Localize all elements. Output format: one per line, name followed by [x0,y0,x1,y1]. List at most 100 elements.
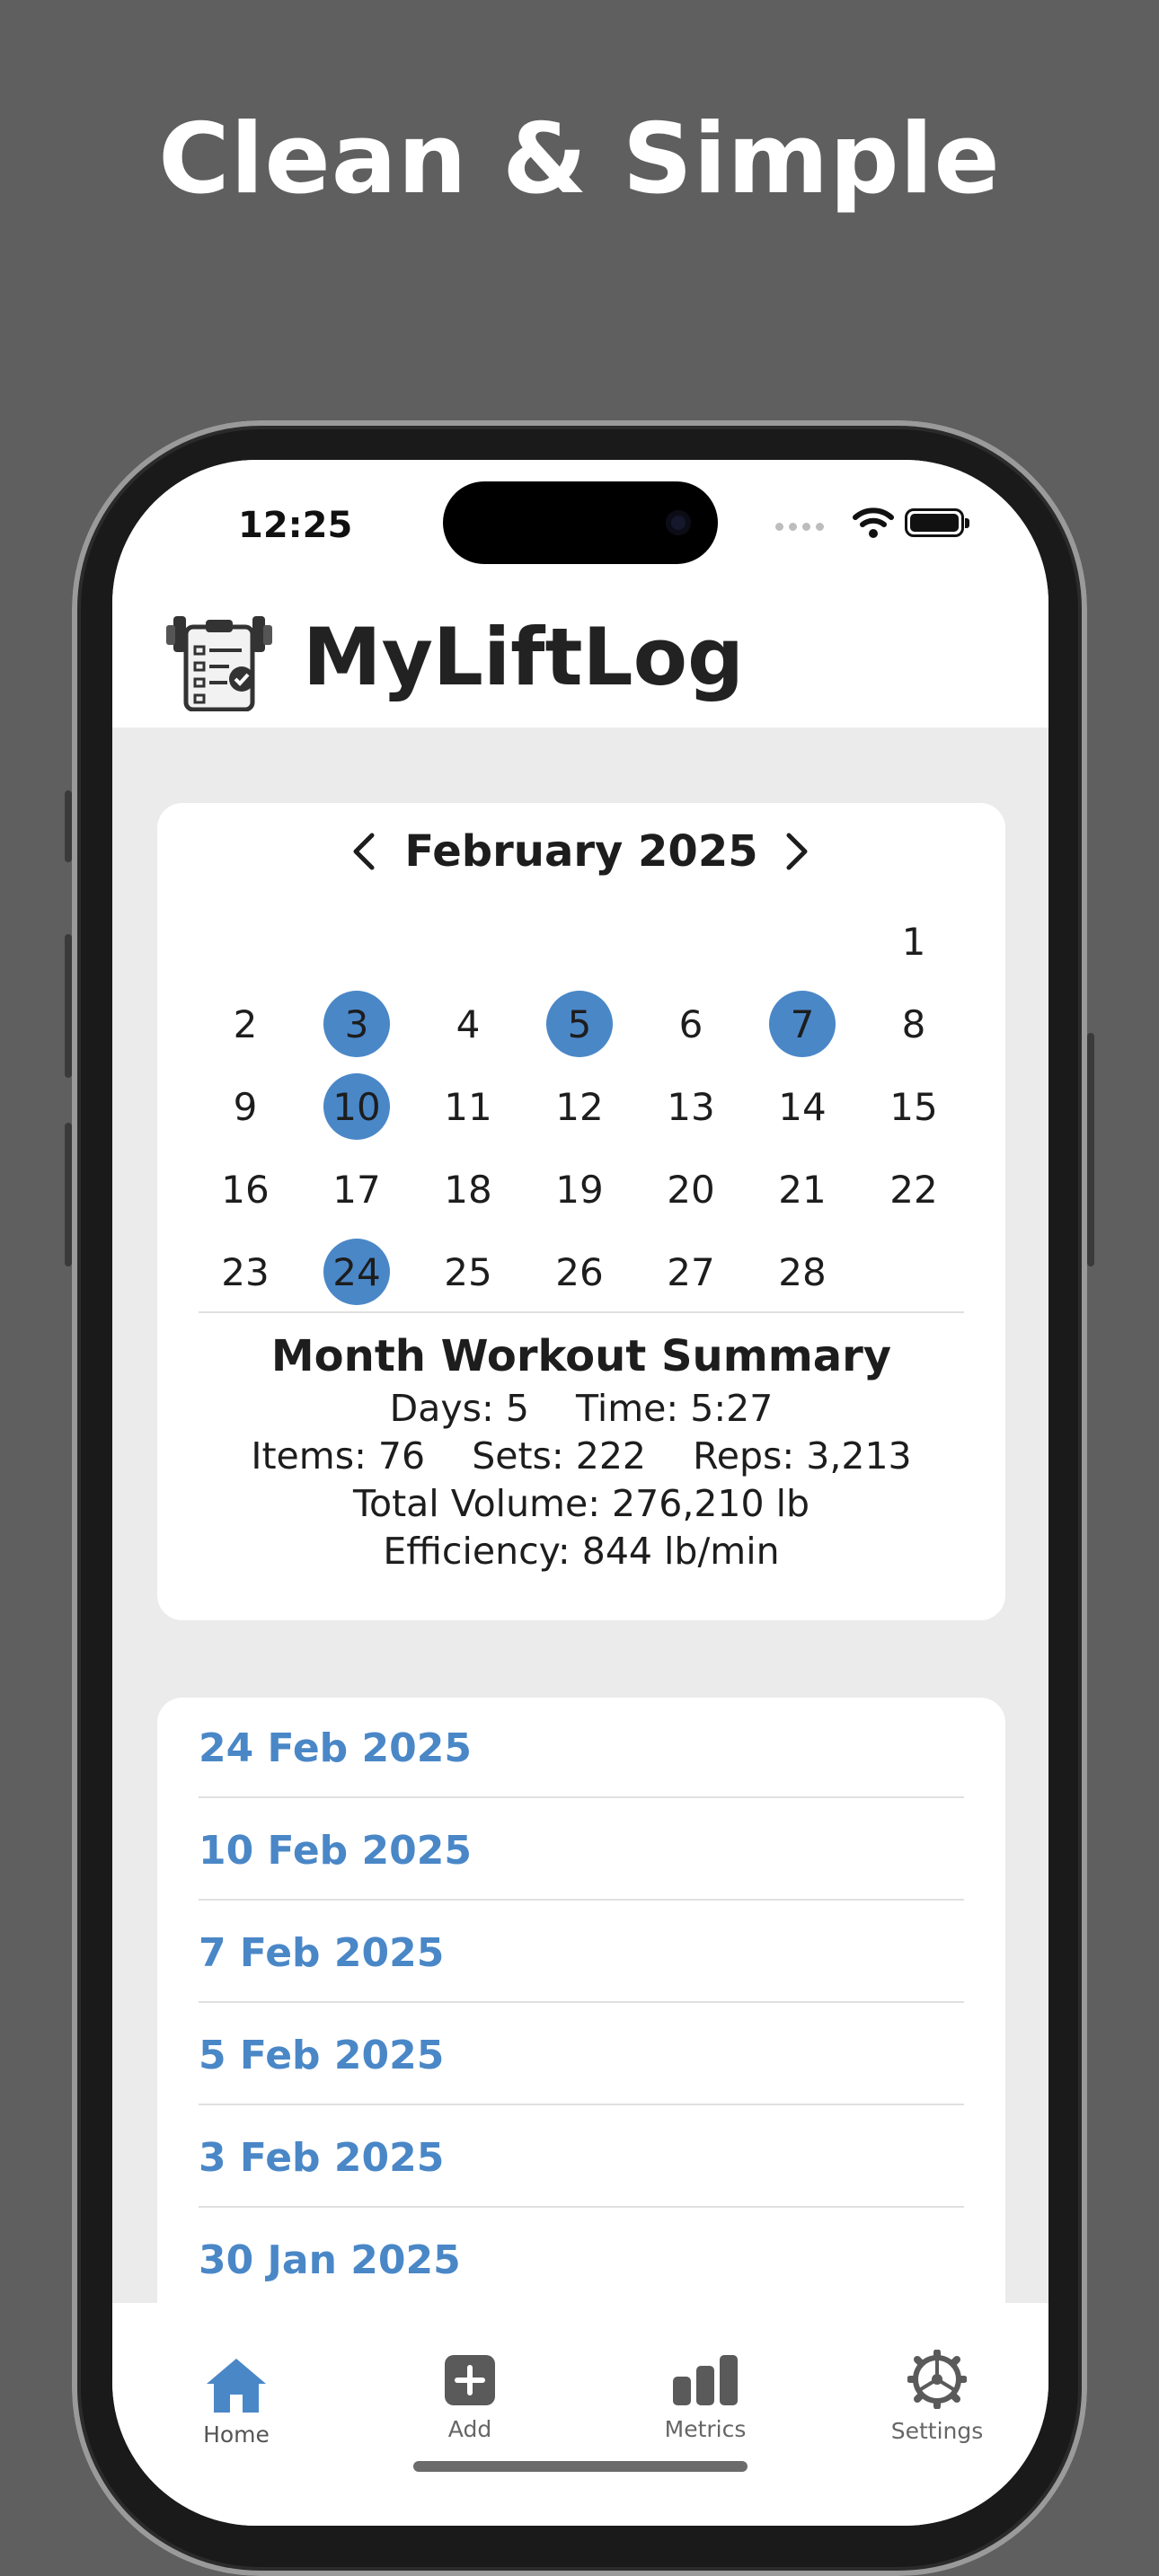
calendar-day[interactable]: 26 [524,1231,635,1313]
workout-date: 30 Jan 2025 [199,2236,461,2283]
calendar-day-number: 18 [444,1167,492,1212]
cellular-signal-icon [775,523,824,531]
calendar-day-workout[interactable]: 7 [747,983,858,1065]
battery-icon [905,508,969,537]
calendar-day-number: 9 [233,1084,258,1129]
calendar-day-number: 13 [667,1084,715,1129]
calendar-day[interactable]: 14 [747,1065,858,1148]
calendar-day-number: 4 [456,1001,481,1046]
calendar-day[interactable]: 20 [635,1148,747,1231]
calendar-day-number: 3 [344,1001,369,1046]
workout-list-item[interactable]: 5 Feb 2025 [199,2005,964,2105]
calendar-day[interactable]: 4 [412,983,524,1065]
summary-title: Month Workout Summary [270,1331,892,1381]
calendar-day[interactable]: 21 [747,1148,858,1231]
status-time: 12:25 [238,505,353,546]
calendar-day-number: 19 [555,1167,604,1212]
action-button [65,790,72,862]
calendar-day[interactable]: 9 [190,1065,301,1148]
calendar-day-number: 15 [889,1084,938,1129]
calendar-day[interactable]: 12 [524,1065,635,1148]
calendar-day[interactable]: 1 [858,900,969,983]
workout-date: 7 Feb 2025 [199,1929,445,1976]
calendar-day-number: 5 [567,1001,592,1046]
next-month-button[interactable] [770,825,824,878]
calendar-day[interactable]: 19 [524,1148,635,1231]
calendar-day-number: 8 [901,1001,926,1046]
summary-items-sets-reps: Items: 76 Sets: 222 Reps: 3,213 [251,1434,912,1478]
calendar-day-number: 24 [332,1249,381,1294]
summary-days-time: Days: 5 Time: 5:27 [389,1387,774,1430]
calendar-day-number: 16 [221,1167,270,1212]
workout-list-item[interactable]: 3 Feb 2025 [199,2107,964,2208]
workout-date: 24 Feb 2025 [199,1725,472,1771]
calendar-grid: 1 2 3 4 5 6 7 8 9 10 11 12 13 14 15 16 17 18 19 20 21 22 23 24 2… [190,900,969,1313]
calendar-day-empty [858,1231,969,1313]
app-title: MyLiftLog [303,611,745,703]
tab-home[interactable]: Home [146,2303,326,2483]
calendar-day-workout[interactable]: 5 [524,983,635,1065]
plus-square-icon [445,2355,495,2405]
wifi-icon [853,507,894,538]
calendar-day[interactable]: 18 [412,1148,524,1231]
tab-add-label: Add [447,2416,492,2442]
app-header: 12:25 MyLiftLog [112,460,1048,728]
calendar-day[interactable]: 25 [412,1231,524,1313]
calendar-header: February 2025 [157,821,1005,884]
status-icons [775,507,973,543]
calendar-day-number: 25 [444,1249,492,1294]
house-icon [207,2359,266,2413]
calendar-day-number: 11 [444,1084,492,1129]
calendar-day-number: 26 [555,1249,604,1294]
home-indicator [413,2461,748,2472]
calendar-day[interactable]: 28 [747,1231,858,1313]
calendar-day[interactable]: 13 [635,1065,747,1148]
calendar-day-empty [524,900,635,983]
calendar-day-empty [301,900,412,983]
calendar-day-workout[interactable]: 3 [301,983,412,1065]
promo-headline: Clean & Simple [158,103,1001,216]
workout-list-item[interactable]: 24 Feb 2025 [199,1698,964,1798]
tab-metrics-label: Metrics [664,2416,747,2442]
tab-metrics[interactable]: Metrics [615,2303,795,2483]
power-button [1087,1033,1094,1266]
calendar-day-number: 21 [778,1167,827,1212]
month-title: February 2025 [404,826,758,877]
summary-efficiency: Efficiency: 844 lb/min [383,1530,780,1573]
calendar-day[interactable]: 27 [635,1231,747,1313]
tab-add[interactable]: Add [380,2303,560,2483]
calendar-day-workout[interactable]: 10 [301,1065,412,1148]
calendar-day[interactable]: 6 [635,983,747,1065]
phone-screen: 12:25 MyLiftLog February 2025 1 2 3 4 5 … [112,460,1048,2526]
calendar-day-number: 17 [332,1167,381,1212]
workout-date: 10 Feb 2025 [199,1827,472,1874]
calendar-card: February 2025 1 2 3 4 5 6 7 8 9 10 11 12 13 14 15 16 17 1… [157,803,1005,1620]
calendar-day-number: 27 [667,1249,715,1294]
volume-up-button [65,934,72,1078]
calendar-day[interactable]: 2 [190,983,301,1065]
calendar-day[interactable]: 15 [858,1065,969,1148]
tab-home-label: Home [203,2422,270,2448]
tab-bar: Home Add Metrics Settings [112,2303,1048,2526]
calendar-day-empty [412,900,524,983]
calendar-day[interactable]: 11 [412,1065,524,1148]
workout-list-item[interactable]: 30 Jan 2025 [199,2210,964,2310]
workout-date: 5 Feb 2025 [199,2032,445,2078]
calendar-day[interactable]: 23 [190,1231,301,1313]
month-summary: Month Workout Summary Days: 5 Time: 5:27… [157,1331,1005,1575]
calendar-day-number: 10 [332,1084,381,1129]
workout-list-item[interactable]: 7 Feb 2025 [199,1902,964,2003]
calendar-day-workout[interactable]: 24 [301,1231,412,1313]
divider [199,1311,964,1313]
tab-settings-label: Settings [890,2418,984,2444]
calendar-day-empty [635,900,747,983]
workout-list-item[interactable]: 10 Feb 2025 [199,1800,964,1901]
bar-chart-icon [673,2355,738,2405]
calendar-day-number: 22 [889,1167,938,1212]
calendar-day[interactable]: 16 [190,1148,301,1231]
tab-settings[interactable]: Settings [847,2303,1027,2483]
gear-icon [907,2350,967,2409]
calendar-day[interactable]: 17 [301,1148,412,1231]
calendar-day[interactable]: 8 [858,983,969,1065]
calendar-day[interactable]: 22 [858,1148,969,1231]
